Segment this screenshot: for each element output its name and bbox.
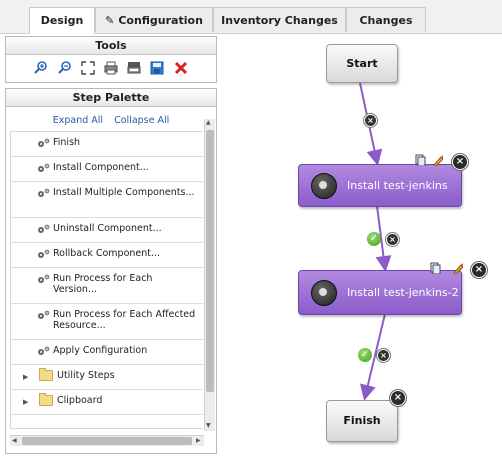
expand-caret-icon[interactable]: ▶ [23,372,28,383]
zoom-in-icon[interactable] [33,60,49,76]
gears-icon [37,274,51,284]
folder-clipboard[interactable]: ▶ Clipboard [11,390,203,415]
connectors [359,82,392,401]
list-item[interactable]: Install Component... [11,157,203,182]
folder-icon [39,393,53,406]
copy-icon[interactable] [430,262,441,274]
gear-icon [311,173,337,199]
folder-utility-steps[interactable]: ▶ Utility Steps [11,365,203,390]
delete-step-icon[interactable]: × [471,262,487,278]
copy-icon[interactable] [415,154,426,166]
success-check-icon[interactable]: ✓ [367,232,381,246]
fit-screen-icon[interactable] [80,60,96,76]
step-node-install-test-jenkins-2[interactable]: Install test-jenkins-2 [298,270,462,315]
gears-icon [37,188,51,198]
tab-bar: Design ✎ Configuration Inventory Changes … [0,0,502,34]
remove-connector-icon[interactable]: × [364,114,377,127]
palette-links: Expand All Collapse All [6,115,216,129]
tab-design[interactable]: Design [29,7,95,34]
tab-inventory-changes[interactable]: Inventory Changes [213,7,346,32]
save-icon[interactable] [149,60,165,76]
scroll-right-icon[interactable]: ▶ [196,437,201,444]
tools-toolbar [6,60,216,78]
gears-icon [37,249,51,259]
step-palette-panel: Step Palette Expand All Collapse All Fin… [5,88,217,454]
zoom-out-icon[interactable] [57,60,73,76]
print-icon[interactable] [103,60,119,76]
gears-icon [37,224,51,234]
pencil-icon: ✎ [105,14,115,27]
step-palette-title: Step Palette [6,89,216,107]
vertical-scrollbar[interactable]: ▲ ▼ [204,119,215,431]
delete-step-icon[interactable]: × [452,154,468,170]
gears-icon [37,346,51,356]
list-item[interactable]: Apply Configuration [11,340,203,365]
scroll-left-icon[interactable]: ◀ [12,437,17,444]
start-node[interactable]: Start [326,44,398,83]
list-item[interactable]: Install Multiple Components... [11,182,203,218]
folder-icon [39,368,53,381]
step-list: Finish Install Component... Install Mult… [10,131,203,429]
process-canvas[interactable]: Start × Install test-jenkins × ✓ × Insta… [220,34,502,461]
gear-icon [311,280,337,306]
scroll-down-icon[interactable]: ▼ [206,422,211,429]
list-item[interactable]: Finish [11,132,203,157]
remove-connector-icon[interactable]: × [377,349,390,362]
tools-title: Tools [6,37,216,55]
tools-panel: Tools [5,36,217,83]
scroll-thumb[interactable] [22,437,192,445]
expand-caret-icon[interactable]: ▶ [23,397,28,408]
tab-changes[interactable]: Changes [346,7,426,32]
finish-node[interactable]: Finish [326,400,398,442]
list-item[interactable]: Rollback Component... [11,243,203,268]
list-item[interactable]: Run Process for Each Affected Resource..… [11,304,203,340]
expand-all-link[interactable]: Expand All [53,115,103,126]
step-node-install-test-jenkins[interactable]: Install test-jenkins [298,164,462,207]
gears-icon [37,310,51,320]
remove-connector-icon[interactable]: × [386,233,399,246]
gears-icon [37,138,51,148]
collapse-all-link[interactable]: Collapse All [114,115,169,126]
list-item[interactable]: Run Process for Each Version... [11,268,203,304]
success-check-icon[interactable]: ✓ [358,348,372,362]
delete-step-icon[interactable]: × [390,390,406,406]
edit-icon[interactable] [452,262,463,274]
list-item[interactable]: Uninstall Component... [11,218,203,243]
delete-icon[interactable] [173,60,189,76]
scroll-up-icon[interactable]: ▲ [206,119,211,126]
gears-icon [37,163,51,173]
scroll-thumb[interactable] [206,130,214,392]
horizontal-scrollbar[interactable]: ◀ ▶ [10,435,204,446]
tab-configuration[interactable]: ✎ Configuration [95,7,213,32]
print-preview-icon[interactable] [126,60,142,76]
edit-icon[interactable] [432,154,443,166]
